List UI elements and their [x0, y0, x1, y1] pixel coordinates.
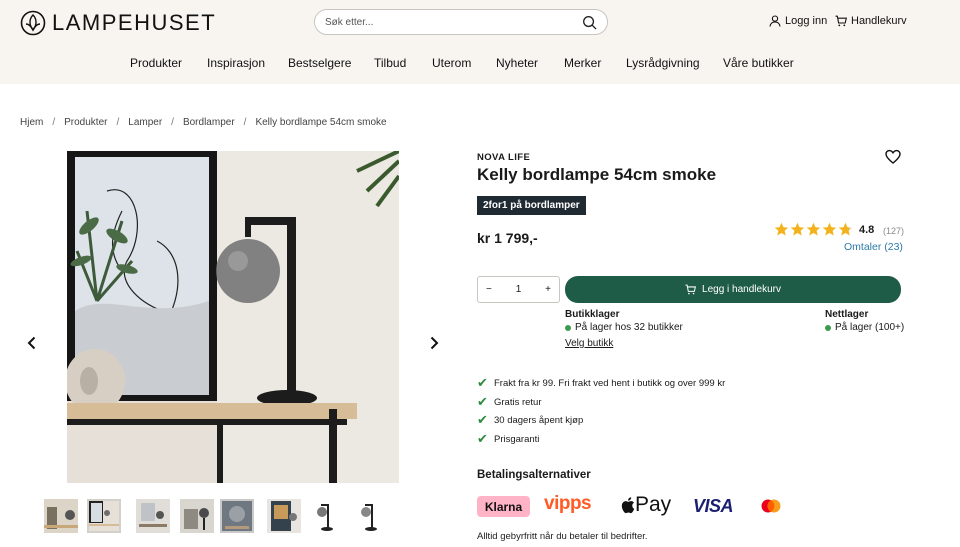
- choose-store-link[interactable]: Velg butikk: [565, 338, 613, 349]
- usp-item: ✔ Prisgaranti: [477, 431, 539, 447]
- user-icon: [769, 15, 781, 27]
- usp-item: ✔ Gratis retur: [477, 394, 542, 410]
- chevron-left-icon[interactable]: [25, 336, 39, 350]
- thumbnail[interactable]: [180, 499, 214, 533]
- cart-icon: [685, 284, 697, 295]
- star-icon: [838, 222, 853, 236]
- klarna-logo: Klarna: [477, 496, 530, 517]
- check-icon: ✔: [477, 394, 488, 409]
- check-icon: ✔: [477, 431, 488, 446]
- logo-icon: [20, 10, 46, 36]
- search-input[interactable]: [325, 16, 582, 28]
- quantity-stepper: − 1 +: [477, 276, 560, 303]
- breadcrumb-item[interactable]: Produkter: [64, 117, 107, 128]
- site-logo[interactable]: LAMPEHUSET: [20, 10, 216, 36]
- online-stock-text: På lager (100+): [835, 322, 905, 333]
- product-title: Kelly bordlampe 54cm smoke: [477, 165, 717, 184]
- usp-text: Prisgaranti: [494, 433, 540, 445]
- main-nav: Produkter Inspirasjon Bestselgere Tilbud…: [0, 56, 960, 72]
- payment-title: Betalingsalternativer: [477, 469, 591, 481]
- stock-dot-icon: [565, 324, 571, 331]
- breadcrumb-item[interactable]: Bordlamper: [183, 117, 235, 128]
- nav-item-tilbud[interactable]: Tilbud: [374, 56, 406, 70]
- breadcrumb-separator: /: [52, 117, 56, 128]
- breadcrumb-separator: /: [116, 117, 120, 128]
- nav-item-vare-butikker[interactable]: Våre butikker: [723, 56, 794, 70]
- thumbnail[interactable]: [350, 499, 384, 533]
- online-stock-title: Nettlager: [825, 309, 869, 320]
- store-stock-status: På lager hos 32 butikker: [565, 322, 683, 333]
- product-photo: [67, 151, 399, 483]
- nav-item-uterom[interactable]: Uterom: [432, 56, 471, 70]
- search-icon[interactable]: [582, 15, 597, 30]
- quantity-value[interactable]: 1: [516, 284, 522, 295]
- login-button[interactable]: Logg inn: [769, 15, 827, 27]
- mastercard-icon: [761, 499, 781, 513]
- product-brand[interactable]: NOVA LIFE: [477, 152, 530, 163]
- chevron-right-icon[interactable]: [427, 336, 441, 350]
- nav-item-bestselgere[interactable]: Bestselgere: [288, 56, 351, 70]
- nav-item-inspirasjon[interactable]: Inspirasjon: [207, 56, 265, 70]
- search-bar: [314, 9, 608, 35]
- rating-stars: [774, 222, 853, 237]
- star-icon: [806, 222, 821, 236]
- apple-pay-text: Pay: [635, 493, 672, 516]
- thumbnail[interactable]: [136, 499, 170, 533]
- product-price: kr 1 799,-: [477, 230, 538, 246]
- usp-text: Frakt fra kr 99. Fri frakt ved hent i bu…: [494, 377, 726, 389]
- cart-label: Handlekurv: [851, 15, 907, 27]
- plus-icon[interactable]: +: [545, 284, 551, 295]
- online-stock-status: På lager (100+): [825, 322, 904, 333]
- promo-badge: 2for1 på bordlamper: [477, 196, 586, 215]
- nav-item-lysradgivning[interactable]: Lysrådgivning: [626, 56, 700, 70]
- add-to-cart-button[interactable]: Legg i handlekurv: [565, 276, 901, 303]
- visa-logo: VISA: [693, 496, 734, 516]
- check-icon: ✔: [477, 375, 488, 390]
- breadcrumb-separator: /: [171, 117, 174, 128]
- store-stock-text: På lager hos 32 butikker: [575, 322, 683, 333]
- product-main-image[interactable]: [67, 151, 399, 483]
- star-icon: [774, 222, 789, 236]
- thumbnail[interactable]: [267, 499, 301, 533]
- thumbnail[interactable]: [220, 499, 254, 533]
- breadcrumb-current: Kelly bordlampe 54cm smoke: [255, 117, 387, 128]
- rating-value: 4.8: [859, 224, 875, 236]
- minus-icon[interactable]: −: [486, 284, 492, 295]
- nav-item-merker[interactable]: Merker: [564, 56, 601, 70]
- usp-text: Gratis retur: [494, 396, 542, 408]
- breadcrumb: Hjem / Produkter / Lamper / Bordlamper /…: [20, 117, 387, 128]
- usp-item: ✔ Frakt fra kr 99. Fri frakt ved hent i …: [477, 375, 725, 391]
- thumbnail[interactable]: [44, 499, 78, 533]
- cart-button[interactable]: Handlekurv: [835, 15, 907, 27]
- apple-pay-logo: Pay: [620, 493, 671, 517]
- thumbnail[interactable]: [309, 499, 343, 533]
- rating-count: (127): [883, 226, 905, 236]
- nav-item-produkter[interactable]: Produkter: [130, 56, 182, 70]
- heart-icon[interactable]: [885, 149, 901, 165]
- reviews-link[interactable]: Omtaler (23): [844, 241, 903, 253]
- vipps-logo: vipps: [544, 493, 592, 514]
- add-to-cart-label: Legg i handlekurv: [702, 284, 781, 295]
- usp-text: 30 dagers åpent kjøp: [494, 414, 584, 426]
- thumbnail-active[interactable]: [87, 499, 121, 533]
- breadcrumb-item[interactable]: Hjem: [20, 117, 43, 128]
- cart-icon: [835, 15, 847, 27]
- payment-note: Alltid gebyrfritt når du betaler til bed…: [477, 531, 648, 542]
- breadcrumb-separator: /: [243, 117, 247, 128]
- logo-text: LAMPEHUSET: [52, 10, 217, 35]
- login-label: Logg inn: [785, 15, 828, 27]
- site-header: LAMPEHUSET Logg inn Handlekurv Produkter…: [0, 0, 960, 84]
- star-icon: [790, 222, 805, 236]
- breadcrumb-item[interactable]: Lamper: [128, 117, 162, 128]
- star-icon: [822, 222, 837, 236]
- stock-dot-icon: [825, 324, 831, 331]
- usp-item: ✔ 30 dagers åpent kjøp: [477, 412, 583, 428]
- store-stock-title: Butikklager: [565, 309, 620, 320]
- apple-icon: [621, 497, 635, 514]
- check-icon: ✔: [477, 412, 488, 427]
- nav-item-nyheter[interactable]: Nyheter: [496, 56, 538, 70]
